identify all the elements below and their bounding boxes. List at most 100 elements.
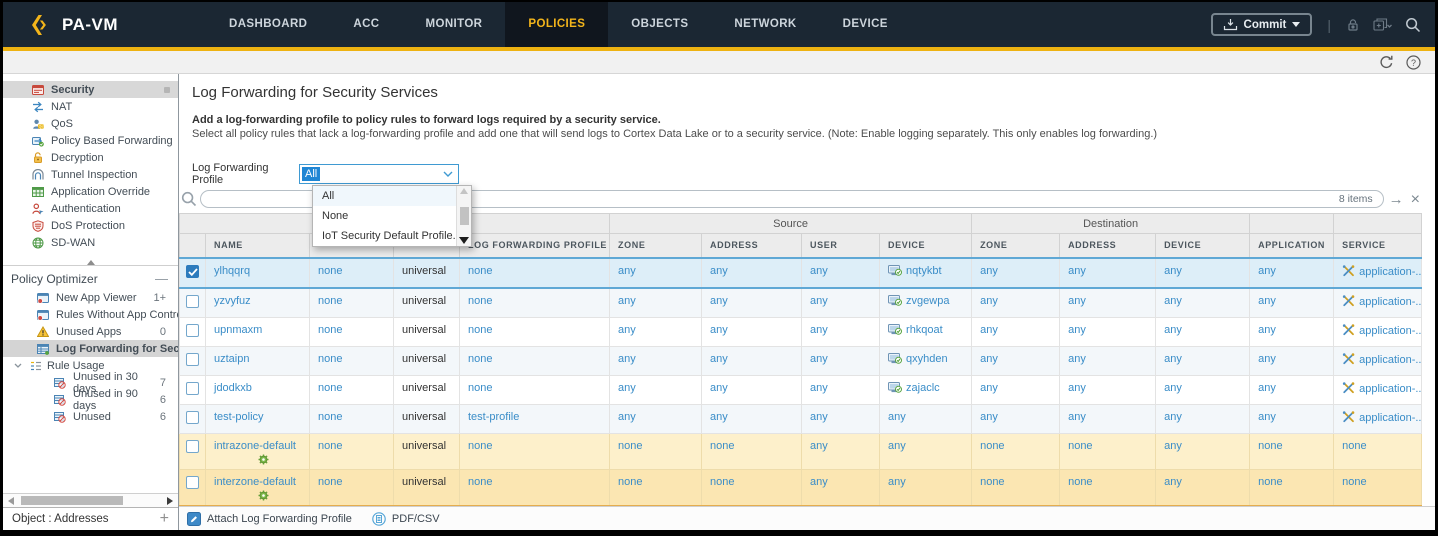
value-link[interactable]: any [1068, 353, 1086, 365]
value-link[interactable]: any [980, 324, 998, 336]
sidebar-item-tunnel-inspection[interactable]: Tunnel Inspection [3, 166, 178, 183]
value-link[interactable]: none [318, 265, 342, 277]
scroll-up-icon[interactable] [460, 188, 468, 194]
scrollbar-thumb[interactable] [21, 496, 123, 505]
value-link[interactable]: any [618, 265, 636, 277]
rule-name-link[interactable]: test-policy [214, 411, 264, 423]
sidebar-item-qos[interactable]: QoSQoS [3, 115, 178, 132]
value-link[interactable]: any [810, 382, 828, 394]
value-link[interactable]: none [318, 382, 342, 394]
sidebar-item-nat[interactable]: NAT [3, 98, 178, 115]
value-link[interactable]: none [1258, 476, 1282, 488]
row-checkbox[interactable] [186, 476, 199, 489]
row-checkbox[interactable] [186, 382, 199, 395]
sidebar-item-new-app-viewer[interactable]: New App Viewer1+ [3, 289, 178, 306]
scroll-down-icon[interactable] [459, 237, 469, 244]
value-link[interactable]: rhkqoat [906, 324, 943, 336]
value-link[interactable]: application-... [1359, 266, 1421, 278]
pdf-csv-button[interactable]: PDF/CSV [372, 512, 440, 526]
lock-icon[interactable] [1346, 18, 1360, 32]
dropdown-option-all[interactable]: All [313, 186, 456, 206]
value-link[interactable]: any [618, 411, 636, 423]
value-link[interactable]: any [1164, 382, 1182, 394]
value-link[interactable]: any [1164, 353, 1182, 365]
row-checkbox[interactable] [186, 265, 199, 278]
value-link[interactable]: any [1258, 324, 1276, 336]
value-link[interactable]: none [468, 353, 492, 365]
nav-tab-network[interactable]: NETWORK [711, 2, 819, 47]
value-link[interactable]: any [980, 382, 998, 394]
value-link[interactable]: application-... [1359, 412, 1421, 424]
dropdown-option-none[interactable]: None [313, 206, 456, 226]
value-link[interactable]: any [618, 324, 636, 336]
value-link[interactable]: any [1258, 353, 1276, 365]
value-link[interactable]: any [1068, 295, 1086, 307]
apply-filter-arrow-icon[interactable]: → [1387, 192, 1406, 207]
value-link[interactable]: none [618, 476, 642, 488]
value-link[interactable]: none [980, 440, 1004, 452]
value-link[interactable]: none [1258, 440, 1282, 452]
value-link[interactable]: any [810, 295, 828, 307]
sidebar-item-unused-in-90-days[interactable]: Unused in 90 days6 [3, 391, 178, 408]
value-link[interactable]: qxyhden [906, 353, 948, 365]
nav-tab-device[interactable]: DEVICE [820, 2, 911, 47]
rule-name-link[interactable]: jdodkxb [214, 382, 252, 394]
value-link[interactable]: any [618, 295, 636, 307]
value-link[interactable]: any [1258, 295, 1276, 307]
value-link[interactable]: any [1164, 295, 1182, 307]
value-link[interactable]: any [1164, 265, 1182, 277]
value-link[interactable]: any [810, 324, 828, 336]
sidebar-horizontal-scrollbar[interactable] [3, 493, 178, 507]
value-link[interactable]: any [1164, 476, 1182, 488]
value-link[interactable]: application-... [1359, 354, 1421, 366]
value-link[interactable]: none [1342, 476, 1366, 488]
value-link[interactable]: any [810, 411, 828, 423]
scrollbar-thumb[interactable] [460, 207, 469, 225]
value-link[interactable]: test-profile [468, 411, 519, 423]
value-link[interactable]: any [710, 411, 728, 423]
value-link[interactable]: any [810, 476, 828, 488]
rule-name-link[interactable]: uztaipn [214, 353, 249, 365]
value-link[interactable]: application-... [1359, 383, 1421, 395]
value-link[interactable]: application-... [1359, 325, 1421, 337]
nav-tab-policies[interactable]: POLICIES [505, 2, 608, 47]
sidebar-item-dos-protection[interactable]: DoS Protection [3, 217, 178, 234]
value-link[interactable]: nqtykbt [906, 265, 941, 277]
value-link[interactable]: none [318, 411, 342, 423]
sidebar-item-authentication[interactable]: Authentication [3, 200, 178, 217]
value-link[interactable]: any [1164, 440, 1182, 452]
value-link[interactable]: any [1068, 265, 1086, 277]
sidebar-item-unused-apps[interactable]: Unused Apps0 [3, 323, 178, 340]
value-link[interactable]: any [980, 265, 998, 277]
dropdown-scrollbar[interactable] [456, 186, 471, 246]
value-link[interactable]: any [1258, 265, 1276, 277]
value-link[interactable]: none [1068, 440, 1092, 452]
value-link[interactable]: any [810, 353, 828, 365]
pane-splitter[interactable] [3, 257, 178, 266]
value-link[interactable]: none [318, 440, 342, 452]
value-link[interactable]: none [1068, 476, 1092, 488]
value-link[interactable]: any [888, 476, 906, 488]
nav-tab-objects[interactable]: OBJECTS [608, 2, 711, 47]
value-link[interactable]: any [888, 411, 906, 423]
value-link[interactable]: any [980, 295, 998, 307]
value-link[interactable]: any [710, 324, 728, 336]
sidebar-item-policy-based-forwarding[interactable]: Policy Based Forwarding [3, 132, 178, 149]
attach-log-forwarding-profile-button[interactable]: Attach Log Forwarding Profile [187, 512, 352, 526]
value-link[interactable]: any [710, 265, 728, 277]
value-link[interactable]: any [810, 440, 828, 452]
value-link[interactable]: none [468, 440, 492, 452]
sidebar-item-log-forwarding-for-security-se[interactable]: Log Forwarding for Security Se [3, 340, 178, 357]
rule-name-link[interactable]: intrazone-default [214, 440, 296, 452]
value-link[interactable]: any [710, 295, 728, 307]
rule-name-link[interactable]: yzvyfuz [214, 295, 251, 307]
value-link[interactable]: none [318, 353, 342, 365]
value-link[interactable]: any [618, 353, 636, 365]
row-checkbox[interactable] [186, 324, 199, 337]
row-checkbox[interactable] [186, 440, 199, 453]
clear-filter-close-icon[interactable]: × [1409, 192, 1422, 207]
value-link[interactable]: any [710, 382, 728, 394]
nav-tab-monitor[interactable]: MONITOR [403, 2, 506, 47]
rule-name-link[interactable]: ylhqqrq [214, 265, 250, 277]
value-link[interactable]: any [810, 265, 828, 277]
